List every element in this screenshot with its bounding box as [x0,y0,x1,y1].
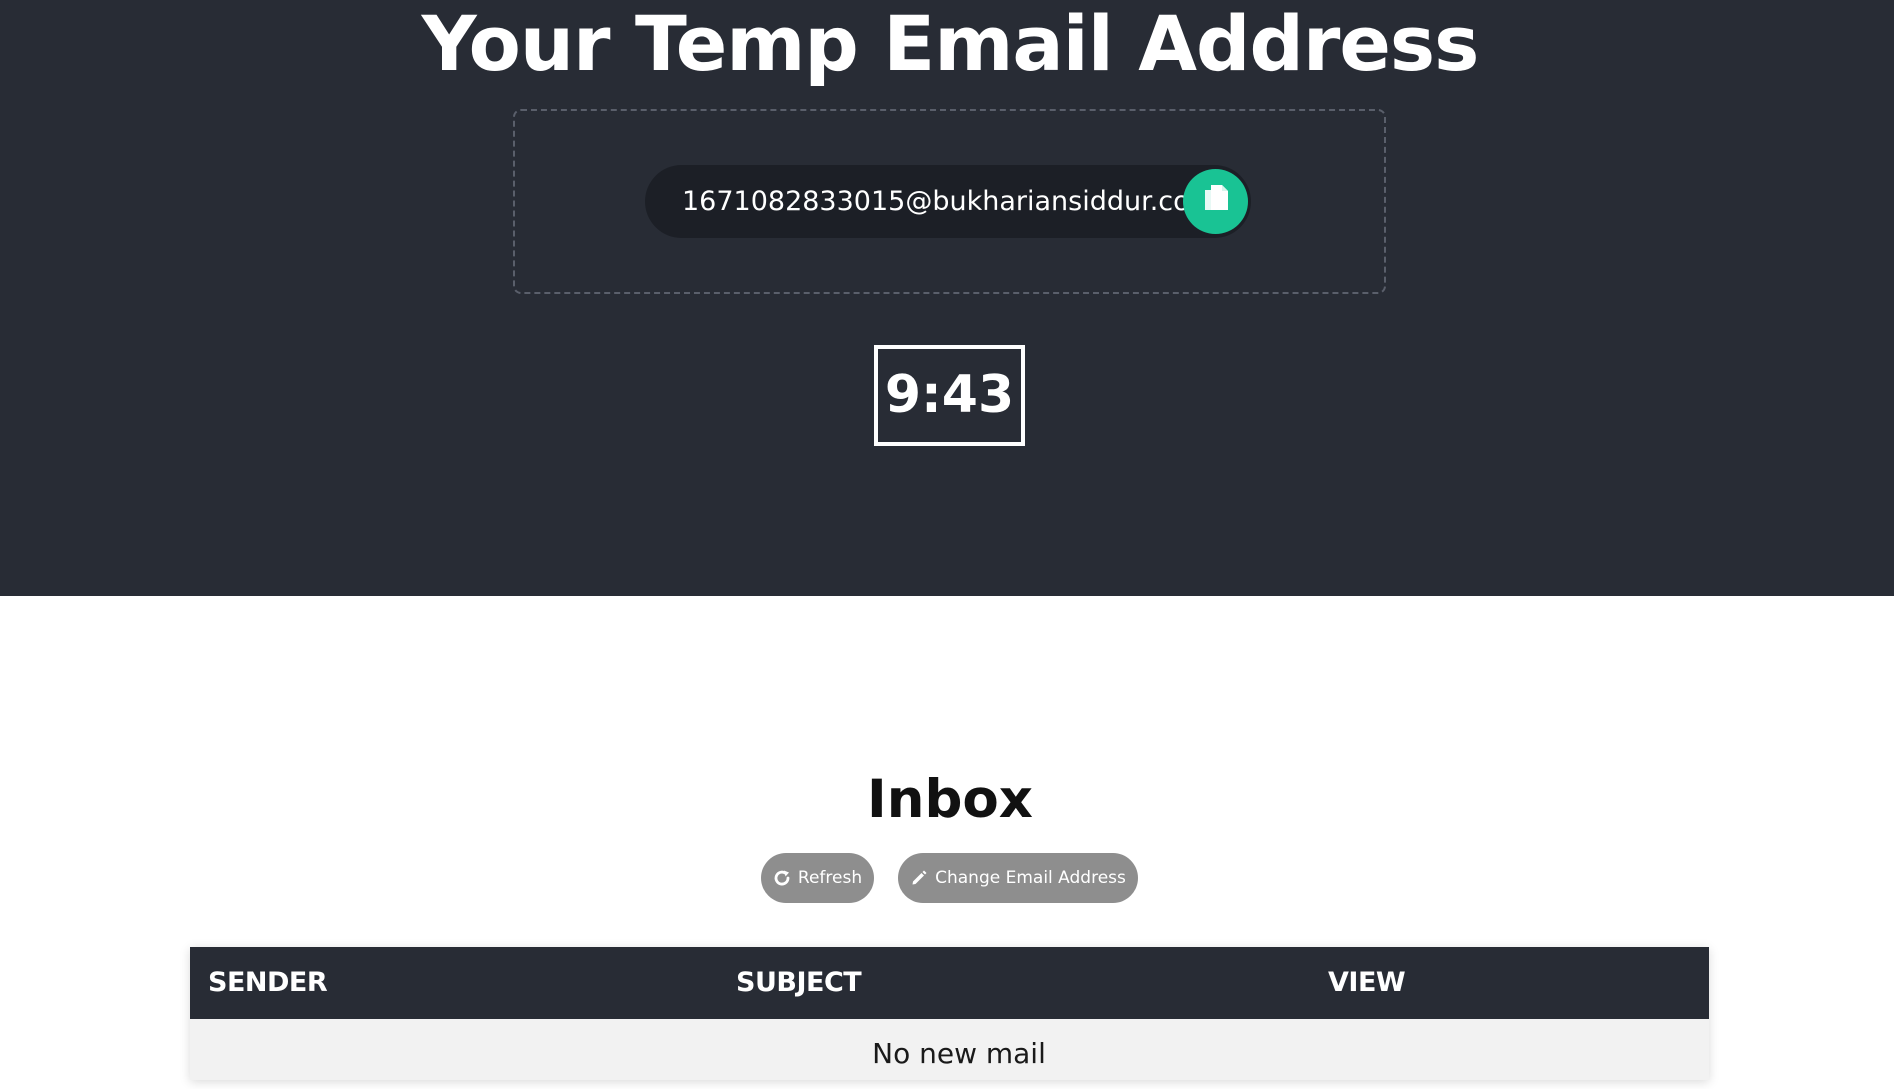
refresh-icon [773,869,791,887]
empty-inbox-message: No new mail [872,1037,1046,1070]
copy-icon [1201,183,1231,221]
hero-section: Your Temp Email Address 1671082833015@bu… [0,0,1894,596]
column-header-sender: SENDER [208,967,328,998]
change-email-label: Change Email Address [935,868,1126,888]
table-body: No new mail [190,1019,1709,1080]
refresh-button[interactable]: Refresh [761,853,874,903]
expiry-timer: 9:43 [874,345,1025,446]
inbox-title: Inbox [867,769,1033,830]
column-header-subject: SUBJECT [736,967,862,998]
column-header-view: VIEW [1328,967,1406,998]
page-title: Your Temp Email Address [421,0,1480,88]
change-email-button[interactable]: Change Email Address [898,853,1138,903]
inbox-table: SENDER SUBJECT VIEW No new mail [190,947,1709,1080]
email-address-box: 1671082833015@bukhariansiddur.com [645,165,1251,238]
pencil-icon [910,869,928,887]
copy-button[interactable] [1183,169,1248,234]
email-address[interactable]: 1671082833015@bukhariansiddur.com [682,165,1216,238]
refresh-label: Refresh [797,868,863,888]
table-header: SENDER SUBJECT VIEW [190,947,1709,1019]
